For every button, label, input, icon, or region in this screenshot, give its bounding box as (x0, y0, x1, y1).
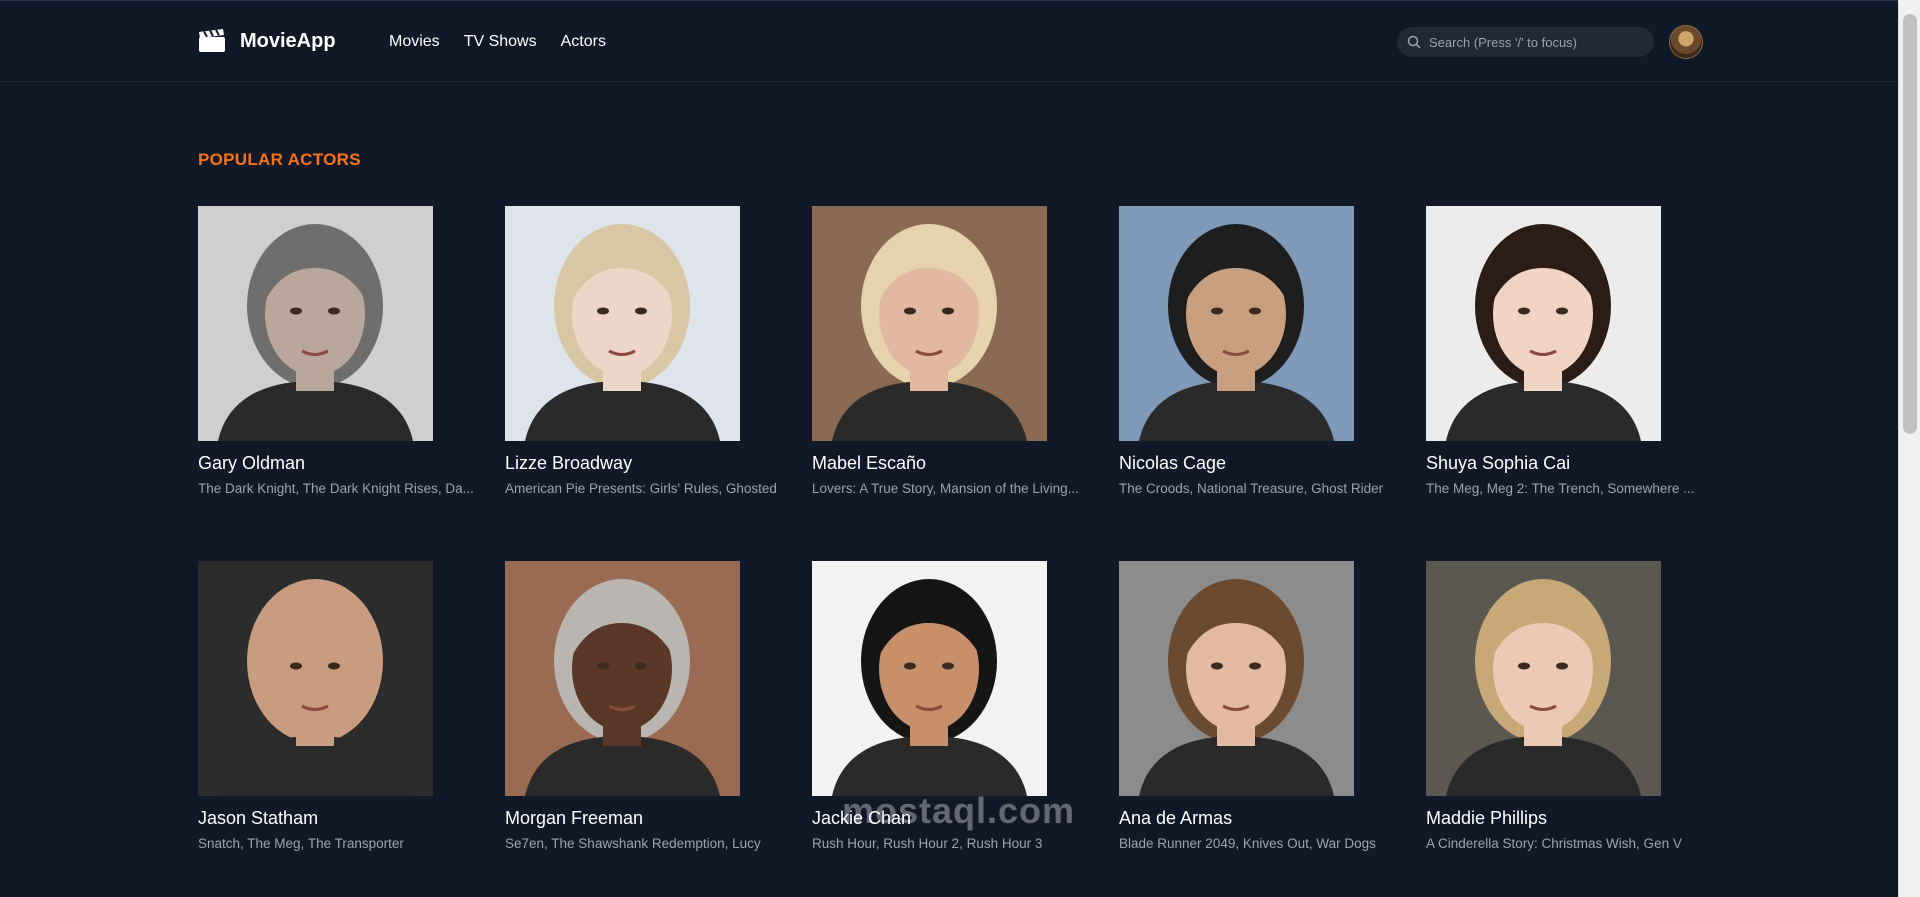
actor-photo[interactable] (1426, 206, 1661, 441)
actor-known-for: The Meg, Meg 2: The Trench, Somewhere ..… (1426, 481, 1695, 496)
page: MovieApp Movies TV Shows Actors POPULAR … (0, 0, 1920, 897)
portrait-image (505, 561, 740, 796)
actor-card[interactable]: Jason Statham Snatch, The Meg, The Trans… (198, 561, 486, 897)
actor-card[interactable]: Maddie Phillips A Cinderella Story: Chri… (1426, 561, 1714, 897)
actor-known-for: The Dark Knight, The Dark Knight Rises, … (198, 481, 474, 496)
nav-actors-link[interactable]: Actors (561, 33, 606, 51)
portrait-image (198, 561, 433, 796)
portrait-image (1119, 561, 1354, 796)
actor-name[interactable]: Shuya Sophia Cai (1426, 453, 1714, 474)
actor-card[interactable]: Shuya Sophia Cai The Meg, Meg 2: The Tre… (1426, 206, 1714, 561)
vertical-scrollbar[interactable] (1898, 0, 1920, 897)
search-input[interactable] (1429, 34, 1639, 50)
user-avatar[interactable] (1669, 25, 1703, 59)
search-box[interactable] (1397, 27, 1654, 57)
actor-known-for: Snatch, The Meg, The Transporter (198, 836, 404, 851)
portrait-image (1119, 206, 1354, 441)
actor-known-for: Se7en, The Shawshank Redemption, Lucy (505, 836, 761, 851)
actor-card[interactable]: Mabel Escaño Lovers: A True Story, Mansi… (812, 206, 1100, 561)
app-logo[interactable]: MovieApp (198, 29, 336, 53)
portrait-image (1426, 206, 1661, 441)
actor-name[interactable]: Gary Oldman (198, 453, 486, 474)
actor-name[interactable]: Mabel Escaño (812, 453, 1100, 474)
actor-card[interactable]: Ana de Armas Blade Runner 2049, Knives O… (1119, 561, 1407, 897)
actor-card[interactable]: Nicolas Cage The Croods, National Treasu… (1119, 206, 1407, 561)
actor-photo[interactable] (1119, 206, 1354, 441)
nav-tv-shows-link[interactable]: TV Shows (464, 33, 537, 51)
actor-known-for: American Pie Presents: Girls' Rules, Gho… (505, 481, 777, 496)
nav-movies-link[interactable]: Movies (389, 33, 440, 51)
actor-photo[interactable] (812, 561, 1047, 796)
actor-card[interactable]: Morgan Freeman Se7en, The Shawshank Rede… (505, 561, 793, 897)
actor-card[interactable]: Lizze Broadway American Pie Presents: Gi… (505, 206, 793, 561)
top-navbar: MovieApp Movies TV Shows Actors (0, 0, 1898, 82)
scrollbar-thumb[interactable] (1903, 14, 1917, 434)
actor-name[interactable]: Jason Statham (198, 808, 486, 829)
actor-photo[interactable] (1426, 561, 1661, 796)
actor-name[interactable]: Nicolas Cage (1119, 453, 1407, 474)
search-icon (1407, 35, 1421, 49)
actor-photo[interactable] (1119, 561, 1354, 796)
portrait-image (812, 561, 1047, 796)
actor-name[interactable]: Morgan Freeman (505, 808, 793, 829)
portrait-image (812, 206, 1047, 441)
actor-known-for: The Croods, National Treasure, Ghost Rid… (1119, 481, 1384, 496)
actor-name[interactable]: Lizze Broadway (505, 453, 793, 474)
watermark: mostaql.com (842, 790, 1076, 831)
actor-known-for: Lovers: A True Story, Mansion of the Liv… (812, 481, 1079, 496)
portrait-image (505, 206, 740, 441)
actor-photo[interactable] (505, 561, 740, 796)
portrait-image (198, 206, 433, 441)
actor-photo[interactable] (505, 206, 740, 441)
section-title: POPULAR ACTORS (198, 150, 361, 169)
film-clapper-icon (199, 29, 225, 52)
actor-photo[interactable] (198, 206, 433, 441)
actor-card[interactable]: Gary Oldman The Dark Knight, The Dark Kn… (198, 206, 486, 561)
main-nav: Movies TV Shows Actors (389, 33, 606, 51)
portrait-image (1426, 561, 1661, 796)
actor-photo[interactable] (812, 206, 1047, 441)
actor-known-for: Rush Hour, Rush Hour 2, Rush Hour 3 (812, 836, 1043, 851)
app-name: MovieApp (240, 29, 336, 52)
actor-photo[interactable] (198, 561, 433, 796)
actor-name[interactable]: Ana de Armas (1119, 808, 1407, 829)
actor-known-for: Blade Runner 2049, Knives Out, War Dogs (1119, 836, 1376, 851)
actor-known-for: A Cinderella Story: Christmas Wish, Gen … (1426, 836, 1682, 851)
actor-card[interactable]: Jackie Chan Rush Hour, Rush Hour 2, Rush… (812, 561, 1100, 897)
actor-name[interactable]: Maddie Phillips (1426, 808, 1714, 829)
